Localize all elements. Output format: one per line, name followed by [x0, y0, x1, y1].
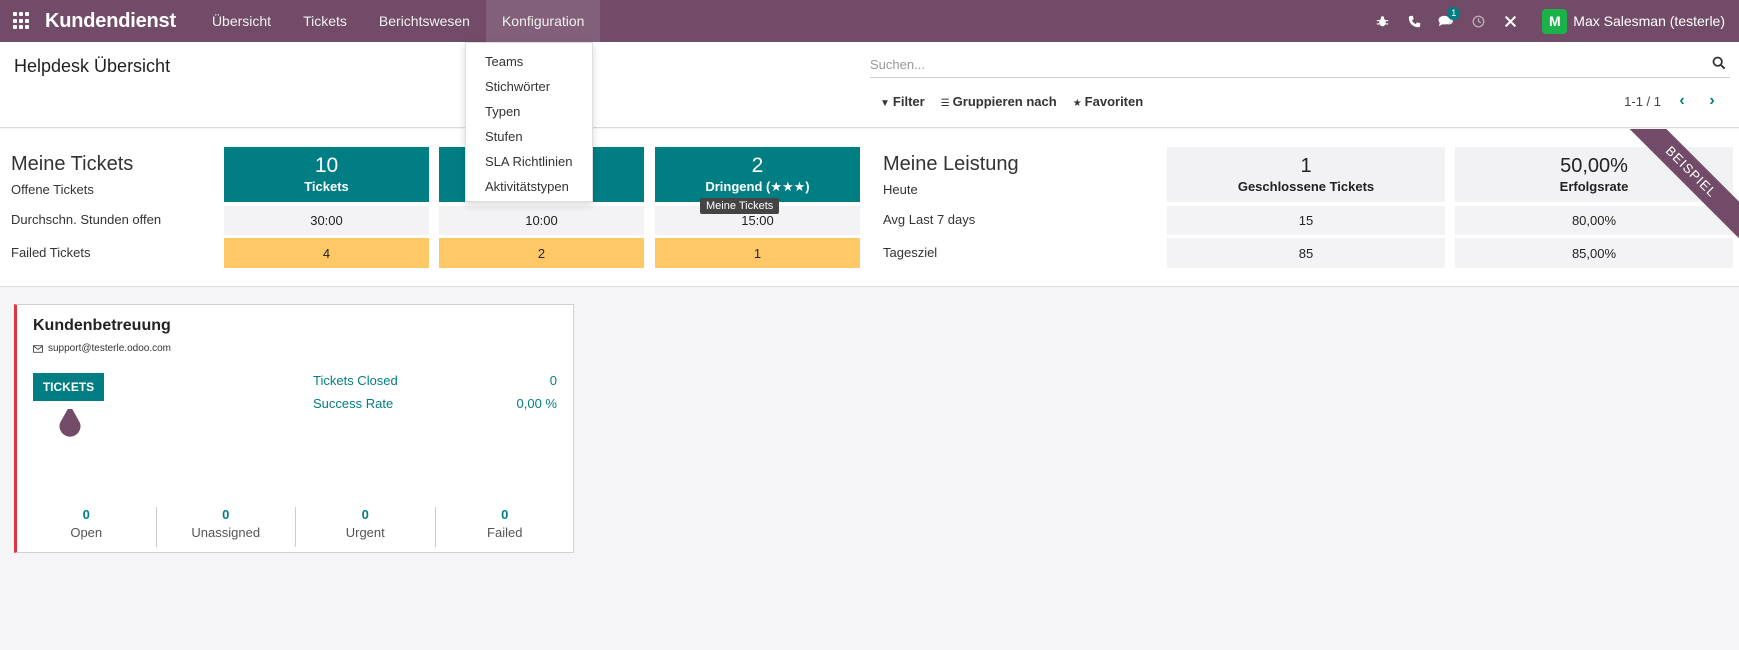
closed-tickets-label: Geschlossene Tickets — [1237, 178, 1375, 194]
tooltip: Meine Tickets — [700, 198, 780, 214]
closed-tickets-cell: 1 Geschlossene Tickets — [1167, 147, 1445, 202]
stat-label-success[interactable]: Success Rate — [313, 396, 393, 411]
page-title: Helpdesk Übersicht — [14, 56, 171, 76]
chat-badge: 1 — [1447, 7, 1461, 20]
tools-icon[interactable] — [1494, 0, 1526, 42]
success-rate-label: Erfolgsrate — [1559, 178, 1629, 194]
card-bottom-stats: 0 Open 0 Unassigned 0 Urgent 0 Failed — [17, 507, 574, 547]
dropdown-item-stichwoerter[interactable]: Stichwörter — [466, 74, 592, 99]
menu-berichtswesen[interactable]: Berichtswesen — [363, 0, 486, 42]
perf-label-goal: Tagesziel — [883, 245, 938, 260]
urgent-count: 2 — [751, 153, 764, 177]
team-email: support@testerle.odoo.com — [33, 343, 171, 354]
pager-value[interactable]: 1-1 / 1 — [1624, 94, 1661, 109]
chat-icon[interactable]: 1 — [1430, 0, 1462, 42]
bottom-stat-open[interactable]: 0 Open — [17, 507, 157, 547]
filter-button[interactable]: ▼ Filter — [880, 94, 925, 109]
tickets-button[interactable]: TICKETS — [33, 373, 104, 401]
my-tickets-heading: Meine Tickets — [11, 153, 134, 175]
failed-cell[interactable]: 1 — [655, 238, 860, 268]
avatar: M — [1542, 8, 1568, 34]
stat-label-closed[interactable]: Tickets Closed — [313, 373, 398, 388]
bug-icon[interactable] — [1366, 0, 1398, 42]
menu-tickets[interactable]: Tickets — [287, 0, 363, 42]
helpdesk-dashboard: Meine Tickets Offene Tickets Durchschn. … — [0, 129, 1739, 287]
my-tickets-label: Tickets — [304, 178, 349, 194]
chevron-left-icon[interactable]: ‹ — [1673, 92, 1691, 110]
dropdown-item-sla[interactable]: SLA Richtlinien — [466, 149, 592, 174]
navbar-systray: 1 M Max Salesman (testerle) — [1366, 0, 1725, 42]
my-tickets-cell[interactable]: 10 Tickets — [224, 147, 429, 202]
top-navbar: Kundendienst Übersicht Tickets Berichtsw… — [0, 0, 1739, 42]
stat-value-closed[interactable]: 0 — [550, 373, 557, 388]
row-label-open: Offene Tickets — [11, 182, 94, 197]
urgent-label: Dringend (★★★) — [705, 178, 810, 194]
hours-cell[interactable]: 30:00 — [224, 206, 429, 235]
star-icon: ★ — [1072, 98, 1082, 109]
perf-label-today: Heute — [883, 182, 918, 197]
urgent-cell[interactable]: 2 Dringend (★★★) — [655, 147, 860, 202]
stat-value-success[interactable]: 0,00 % — [517, 396, 557, 411]
search-options: ▼ Filter ☰ Gruppieren nach ★ Favoriten — [880, 94, 1143, 109]
hours-cell[interactable]: 10:00 — [439, 206, 644, 235]
row-label-hours: Durchschn. Stunden offen — [11, 212, 162, 227]
envelope-icon — [33, 344, 43, 353]
filter-icon: ▼ — [880, 98, 890, 109]
perf-label-avg: Avg Last 7 days — [883, 212, 976, 227]
list-icon: ☰ — [940, 98, 950, 109]
user-menu[interactable]: M Max Salesman (testerle) — [1542, 8, 1725, 34]
konfiguration-dropdown: Teams Stichwörter Typen Stufen SLA Richt… — [465, 42, 593, 202]
drag-drop-icon — [59, 405, 81, 437]
menu-uebersicht[interactable]: Übersicht — [196, 0, 287, 42]
group-by-button[interactable]: ☰ Gruppieren nach — [941, 94, 1057, 109]
phone-icon[interactable] — [1398, 0, 1430, 42]
success-goal-cell: 85,00% — [1455, 238, 1733, 268]
closed-avg-cell: 15 — [1167, 206, 1445, 235]
apps-grid-icon[interactable] — [13, 12, 31, 30]
favorites-button[interactable]: ★ Favoriten — [1073, 94, 1143, 109]
menu-konfiguration[interactable]: Konfiguration — [485, 0, 601, 42]
search-input[interactable] — [870, 52, 1690, 76]
success-avg-cell: 80,00% — [1455, 206, 1733, 235]
pager: 1-1 / 1 ‹ › — [1624, 92, 1721, 110]
closed-goal-cell: 85 — [1167, 238, 1445, 268]
performance-heading: Meine Leistung — [883, 153, 1019, 175]
failed-cell[interactable]: 2 — [439, 238, 644, 268]
team-card: Kundenbetreuung support@testerle.odoo.co… — [14, 304, 574, 553]
bottom-stat-unassigned[interactable]: 0 Unassigned — [157, 507, 296, 547]
app-brand[interactable]: Kundendienst — [45, 10, 176, 33]
bottom-stat-urgent[interactable]: 0 Urgent — [296, 507, 436, 547]
dropdown-item-aktivitaetstypen[interactable]: Aktivitätstypen — [466, 174, 592, 199]
team-title[interactable]: Kundenbetreuung — [33, 317, 171, 335]
clock-icon[interactable] — [1462, 0, 1494, 42]
user-name: Max Salesman (testerle) — [1573, 13, 1725, 29]
chevron-right-icon[interactable]: › — [1703, 92, 1721, 110]
dropdown-item-stufen[interactable]: Stufen — [466, 124, 592, 149]
bottom-stat-failed[interactable]: 0 Failed — [436, 507, 575, 547]
row-label-failed: Failed Tickets — [11, 245, 91, 260]
search-icon[interactable] — [1712, 56, 1726, 70]
my-tickets-count: 10 — [314, 153, 339, 177]
success-rate-value: 50,00% — [1560, 154, 1628, 177]
closed-tickets-value: 1 — [1300, 154, 1312, 177]
dropdown-item-teams[interactable]: Teams — [466, 49, 592, 74]
search-bar — [870, 52, 1730, 78]
failed-cell[interactable]: 4 — [224, 238, 429, 268]
dropdown-item-typen[interactable]: Typen — [466, 99, 592, 124]
control-panel: Helpdesk Übersicht ▼Filter ☰Gruppieren n… — [0, 42, 1739, 128]
